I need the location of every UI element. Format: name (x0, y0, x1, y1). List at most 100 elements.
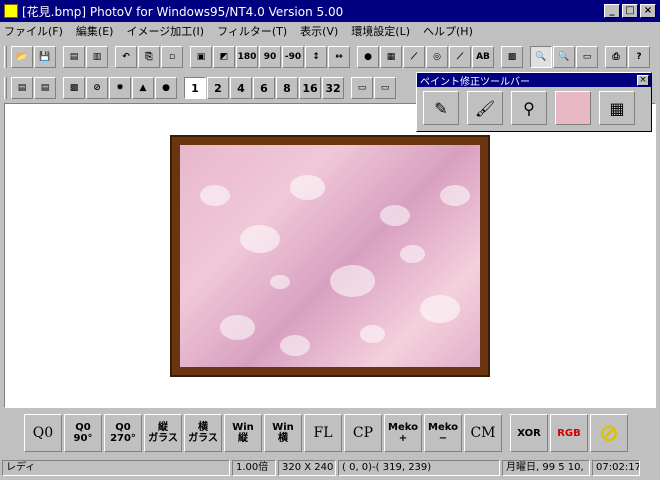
flip-vertical-icon[interactable]: ↕ (305, 46, 327, 68)
effect-label: Q0 (32, 424, 54, 441)
effect-label: Win (232, 422, 254, 433)
copy-icon[interactable]: ⎘ (138, 46, 160, 68)
pen-icon[interactable]: ⊘ (86, 77, 108, 99)
paste-icon[interactable]: ▫ (161, 46, 183, 68)
gamma-icon[interactable]: ⟋ (403, 46, 425, 68)
blossom-blob (420, 295, 460, 323)
meko-minus-button[interactable]: Meko − (424, 414, 462, 452)
cancel-icon[interactable]: ⊘ (590, 414, 628, 452)
size-button-32[interactable]: 32 (322, 77, 344, 99)
histogram-icon[interactable]: ▦ (380, 46, 402, 68)
horizontal-glass-button[interactable]: 横ガラス (184, 414, 222, 452)
zoom-in-icon[interactable]: 🔍 (530, 46, 552, 68)
blossom-blob (270, 275, 290, 289)
rgb-button[interactable]: RGB (550, 414, 588, 452)
title-bar: [花見.bmp] PhotoV for Windows95/NT4.0 Vers… (0, 0, 660, 22)
undo-icon[interactable]: ↶ (115, 46, 137, 68)
gear-icon[interactable]: ✹ (109, 77, 131, 99)
size-button-2[interactable]: 2 (207, 77, 229, 99)
color-swatch[interactable] (555, 91, 591, 125)
open-folder-icon[interactable]: 📂 (11, 46, 33, 68)
effect-label: 縦 (238, 433, 248, 444)
mosaic-icon[interactable]: ▩ (501, 46, 523, 68)
q0-270-button[interactable]: Q0 270° (104, 414, 142, 452)
triangle-icon[interactable]: ▲ (132, 77, 154, 99)
pencil-icon[interactable]: ✎ (423, 91, 459, 125)
palette-title: ペイント修正ツールバー (420, 76, 530, 88)
status-bar: レディ 1.00倍 320 X 240 ( 0, 0)-( 319, 239) … (0, 458, 660, 478)
maximize-button[interactable]: □ (622, 4, 638, 18)
image-photo[interactable] (180, 145, 480, 367)
meko-plus-button[interactable]: Meko + (384, 414, 422, 452)
effect-label: 横 (278, 433, 288, 444)
palette-title-bar[interactable]: ペイント修正ツールバー × (417, 73, 651, 88)
zoom-out-icon[interactable]: 🔍 (553, 46, 575, 68)
edge-icon[interactable]: ⟋ (449, 46, 471, 68)
effect-label: CP (352, 424, 374, 441)
print-icon[interactable]: ⎙ (605, 46, 627, 68)
circle-icon[interactable]: ● (155, 77, 177, 99)
trim-icon[interactable]: ▣ (190, 46, 212, 68)
menu-help[interactable]: ヘルプ(H) (423, 23, 473, 39)
window2-icon[interactable]: ▭ (374, 77, 396, 99)
filmstrip-icon[interactable]: ▥ (86, 46, 108, 68)
blossom-blob (440, 185, 470, 206)
fl-button[interactable]: FL (304, 414, 342, 452)
cm-button[interactable]: CM (464, 414, 502, 452)
blossom-blob (380, 205, 410, 226)
win-vertical-button[interactable]: Win 縦 (224, 414, 262, 452)
rotate-90-icon[interactable]: 90 (259, 46, 281, 68)
vertical-glass-button[interactable]: 縦ガラス (144, 414, 182, 452)
app-icon[interactable] (4, 4, 18, 18)
menu-filter[interactable]: フィルター(T) (217, 23, 287, 39)
effect-label: Q0 (75, 422, 91, 433)
minimize-button[interactable]: _ (604, 4, 620, 18)
main-toolbar: 📂 💾 ▤ ▥ ↶ ⎘ ▫ ▣ ◩ 180 90 -90 ↕ ↔ ● ▦ ⟋ ◎ ⟋ AB ▩ 🔍 🔍 ▭ ⎙? (0, 42, 660, 72)
rotate-180-icon[interactable]: 180 (236, 46, 258, 68)
size-button-8[interactable]: 8 (276, 77, 298, 99)
status-ready: レディ (2, 460, 230, 476)
menu-image[interactable]: イメージ加工(I) (126, 23, 204, 39)
text-icon[interactable]: AB (472, 46, 494, 68)
paint-palette: ペイント修正ツールバー × ✎ 🖌 ⚲ ▦ (416, 72, 652, 132)
flip-horizontal-icon[interactable]: ↔ (328, 46, 350, 68)
resize-icon[interactable]: ◩ (213, 46, 235, 68)
size-button-6[interactable]: 6 (253, 77, 275, 99)
size-button-16[interactable]: 16 (299, 77, 321, 99)
scan2-icon[interactable]: ▤ (34, 77, 56, 99)
catalog-icon[interactable]: ▤ (63, 46, 85, 68)
palette-close-icon[interactable]: × (637, 74, 649, 86)
cp-button[interactable]: CP (344, 414, 382, 452)
effect-label: Win (272, 422, 294, 433)
brush-icon[interactable]: 🖌 (467, 91, 503, 125)
menu-file[interactable]: ファイル(F) (4, 23, 63, 39)
effect-label: ガラス (148, 433, 178, 444)
menu-settings[interactable]: 環境設定(L) (351, 23, 410, 39)
close-button[interactable]: × (640, 4, 656, 18)
menu-view[interactable]: 表示(V) (300, 23, 338, 39)
blossom-blob (290, 175, 325, 200)
status-zoom: 1.00倍 (232, 460, 276, 476)
size-button-4[interactable]: 4 (230, 77, 252, 99)
help-icon[interactable]: ? (628, 46, 650, 68)
rgb-icon[interactable]: ● (357, 46, 379, 68)
blossom-blob (240, 225, 280, 253)
q0-button[interactable]: Q0 (24, 414, 62, 452)
select-rect-icon[interactable]: ▩ (63, 77, 85, 99)
eyedropper-icon[interactable]: ⚲ (511, 91, 547, 125)
rotate-minus-90-icon[interactable]: -90 (282, 46, 304, 68)
window-icon[interactable]: ▭ (351, 77, 373, 99)
color-grid-icon[interactable]: ▦ (599, 91, 635, 125)
q0-90-button[interactable]: Q0 90° (64, 414, 102, 452)
win-horizontal-button[interactable]: Win 横 (264, 414, 302, 452)
xor-button[interactable]: XOR (510, 414, 548, 452)
save-icon[interactable]: 💾 (34, 46, 56, 68)
scan-icon[interactable]: ▤ (11, 77, 33, 99)
menu-edit[interactable]: 編集(E) (76, 23, 114, 39)
effect-label: RGB (557, 427, 581, 439)
fullscreen-icon[interactable]: ▭ (576, 46, 598, 68)
blossom-blob (330, 265, 375, 297)
effect-label: Meko (388, 422, 418, 433)
color-wheel-icon[interactable]: ◎ (426, 46, 448, 68)
size-button-1[interactable]: 1 (184, 77, 206, 99)
